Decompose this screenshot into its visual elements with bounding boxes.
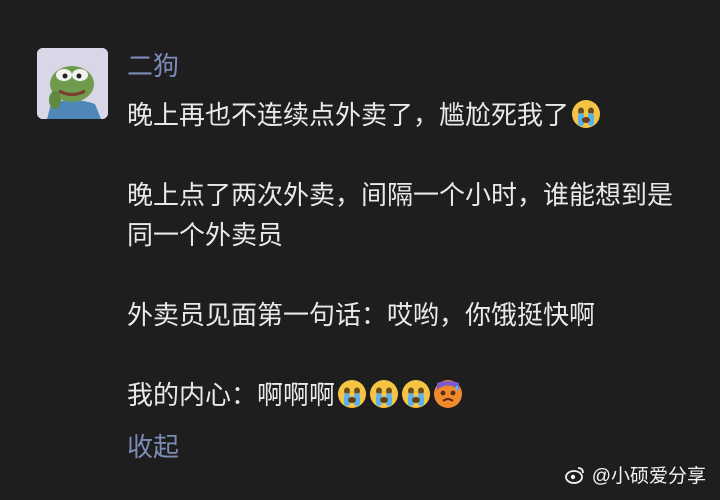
watermark: @小硕爱分享 <box>564 461 706 488</box>
paragraph-4-text: 我的内心：啊啊啊 <box>127 381 336 411</box>
paragraph-3: 外卖员见面第一句话：哎哟，你饿挺快啊 <box>127 296 697 336</box>
collapse-button[interactable]: 收起 <box>127 430 179 466</box>
post-content: 晚上再也不连续点外卖了，尴尬死我了 晚上点了两次外卖，间隔一个小时，谁能想到是同… <box>127 96 697 416</box>
avatar[interactable] <box>37 48 108 119</box>
crying-face-icon <box>402 380 431 408</box>
paragraph-4: 我的内心：啊啊啊 <box>127 376 697 416</box>
crying-face-icon <box>338 380 367 408</box>
paragraph-2-text: 晚上点了两次外卖，间隔一个小时，谁能想到是同一个外卖员 <box>127 181 674 251</box>
paragraph-3-text: 外卖员见面第一句话：哎哟，你饿挺快啊 <box>127 301 596 331</box>
crying-face-icon <box>572 100 601 128</box>
post-author[interactable]: 二狗 <box>127 50 179 84</box>
watermark-text: @小硕爱分享 <box>591 466 706 487</box>
paragraph-1: 晚上再也不连续点外卖了，尴尬死我了 <box>127 96 697 136</box>
paragraph-1-text: 晚上再也不连续点外卖了，尴尬死我了 <box>127 101 570 131</box>
crying-face-icon <box>370 380 399 408</box>
anxious-sweat-face-icon <box>434 380 463 408</box>
paragraph-2: 晚上点了两次外卖，间隔一个小时，谁能想到是同一个外卖员 <box>127 176 697 256</box>
weibo-logo-icon <box>564 466 584 484</box>
